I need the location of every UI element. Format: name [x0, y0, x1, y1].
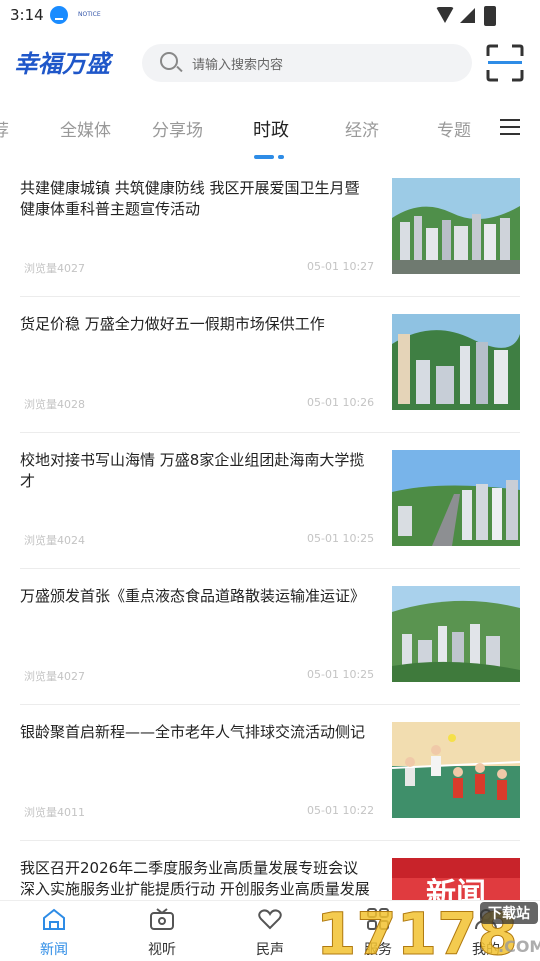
status-bar: 3:14 NOTICE: [0, 0, 540, 32]
news-item[interactable]: 校地对接书写山海情 万盛8家企业组团赴海南大学揽才 浏览量4024 05-01 …: [20, 432, 520, 569]
nav-media[interactable]: 视听: [122, 901, 202, 961]
news-title: 我区召开2026年二季度服务业高质量发展专班会议 深入实施服务业扩能提质行动 开…: [20, 859, 370, 898]
news-item[interactable]: 共建健康城镇 共筑健康防线 我区开展爱国卫生月暨健康体重科普主题宣传活动 浏览量…: [20, 160, 520, 297]
news-title: 校地对接书写山海情 万盛8家企业组团赴海南大学揽才: [20, 451, 365, 490]
heart-icon: [258, 909, 282, 930]
news-date: 05-01 10:22: [307, 804, 375, 817]
news-thumbnail: [392, 722, 520, 818]
site-watermark: 17178 下载站 .COM: [316, 900, 540, 961]
news-banner-text: 新闻: [426, 877, 486, 900]
app-logo[interactable]: 幸福万盛: [12, 42, 118, 82]
news-views: 浏览量4011: [24, 806, 85, 819]
home-icon: [43, 908, 65, 930]
app-header: 幸福万盛 请输入搜索内容: [0, 32, 540, 94]
news-thumbnail: [392, 450, 520, 546]
tab-special[interactable]: 专题: [437, 116, 471, 141]
news-item[interactable]: 我区召开2026年二季度服务业高质量发展专班会议 深入实施服务业扩能提质行动 开…: [20, 840, 520, 900]
tab-politics[interactable]: 时政: [253, 116, 289, 142]
news-date: 05-01 10:26: [307, 396, 375, 409]
tab-recommend[interactable]: 荐: [0, 116, 9, 141]
news-item[interactable]: 银龄聚首启新程——全市老年人气排球交流活动侧记 浏览量4011 05-01 10…: [20, 704, 520, 841]
battery-icon: [484, 6, 496, 26]
news-date: 05-01 10:25: [307, 532, 375, 545]
app-logo-text: 幸福万盛: [14, 49, 114, 78]
news-views: 浏览量4027: [24, 670, 85, 683]
news-title: 货足价稳 万盛全力做好五一假期市场保供工作: [20, 315, 325, 333]
nav-voice[interactable]: 民声: [230, 901, 310, 961]
news-date: 05-01 10:27: [307, 260, 375, 273]
news-thumbnail: 新闻: [392, 858, 520, 900]
news-item[interactable]: 货足价稳 万盛全力做好五一假期市场保供工作 浏览量4028 05-01 10:2…: [20, 296, 520, 433]
search-input[interactable]: 请输入搜索内容: [142, 44, 472, 82]
signal-icon: [460, 8, 475, 23]
watermark-suffix: .COM: [498, 937, 540, 956]
news-views: 浏览量4027: [24, 262, 85, 275]
news-thumbnail: [392, 586, 520, 682]
news-title: 万盛颁发首张《重点液态食品道路散装运输准运证》: [20, 587, 366, 605]
tv-icon: [150, 908, 174, 930]
news-title: 共建健康城镇 共筑健康防线 我区开展爱国卫生月暨健康体重科普主题宣传活动: [20, 179, 360, 218]
active-tab-indicator: [254, 155, 284, 159]
nav-label: 新闻: [40, 942, 68, 958]
news-item[interactable]: 万盛颁发首张《重点液态食品道路散装运输准运证》 浏览量4027 05-01 10…: [20, 568, 520, 705]
tab-all-media[interactable]: 全媒体: [60, 116, 111, 141]
news-title: 银龄聚首启新程——全市老年人气排球交流活动侧记: [20, 723, 366, 741]
search-placeholder: 请输入搜索内容: [192, 58, 284, 73]
tab-economy[interactable]: 经济: [345, 116, 379, 141]
watermark-sub: 下载站: [488, 905, 530, 922]
nav-label: 民声: [256, 942, 284, 958]
news-views: 浏览量4028: [24, 398, 85, 411]
news-list: 共建健康城镇 共筑健康防线 我区开展爱国卫生月暨健康体重科普主题宣传活动 浏览量…: [0, 160, 540, 900]
nav-news[interactable]: 新闻: [14, 901, 94, 961]
tab-share[interactable]: 分享场: [152, 116, 203, 141]
wifi-icon: [436, 7, 454, 23]
news-date: 05-01 10:25: [307, 668, 375, 681]
notification-tiny-text: NOTICE: [78, 11, 101, 18]
nav-label: 视听: [148, 942, 176, 958]
download-icon: [50, 6, 68, 24]
news-thumbnail: [392, 314, 520, 410]
menu-icon[interactable]: [500, 118, 522, 136]
system-icons: [436, 5, 506, 27]
news-thumbnail: [392, 178, 520, 274]
news-views: 浏览量4024: [24, 534, 85, 547]
search-icon: [160, 52, 178, 70]
category-tabs: 荐 全媒体 分享场 时政 经济 专题: [0, 100, 540, 162]
status-time: 3:14: [10, 6, 44, 24]
scan-icon[interactable]: [486, 44, 524, 82]
